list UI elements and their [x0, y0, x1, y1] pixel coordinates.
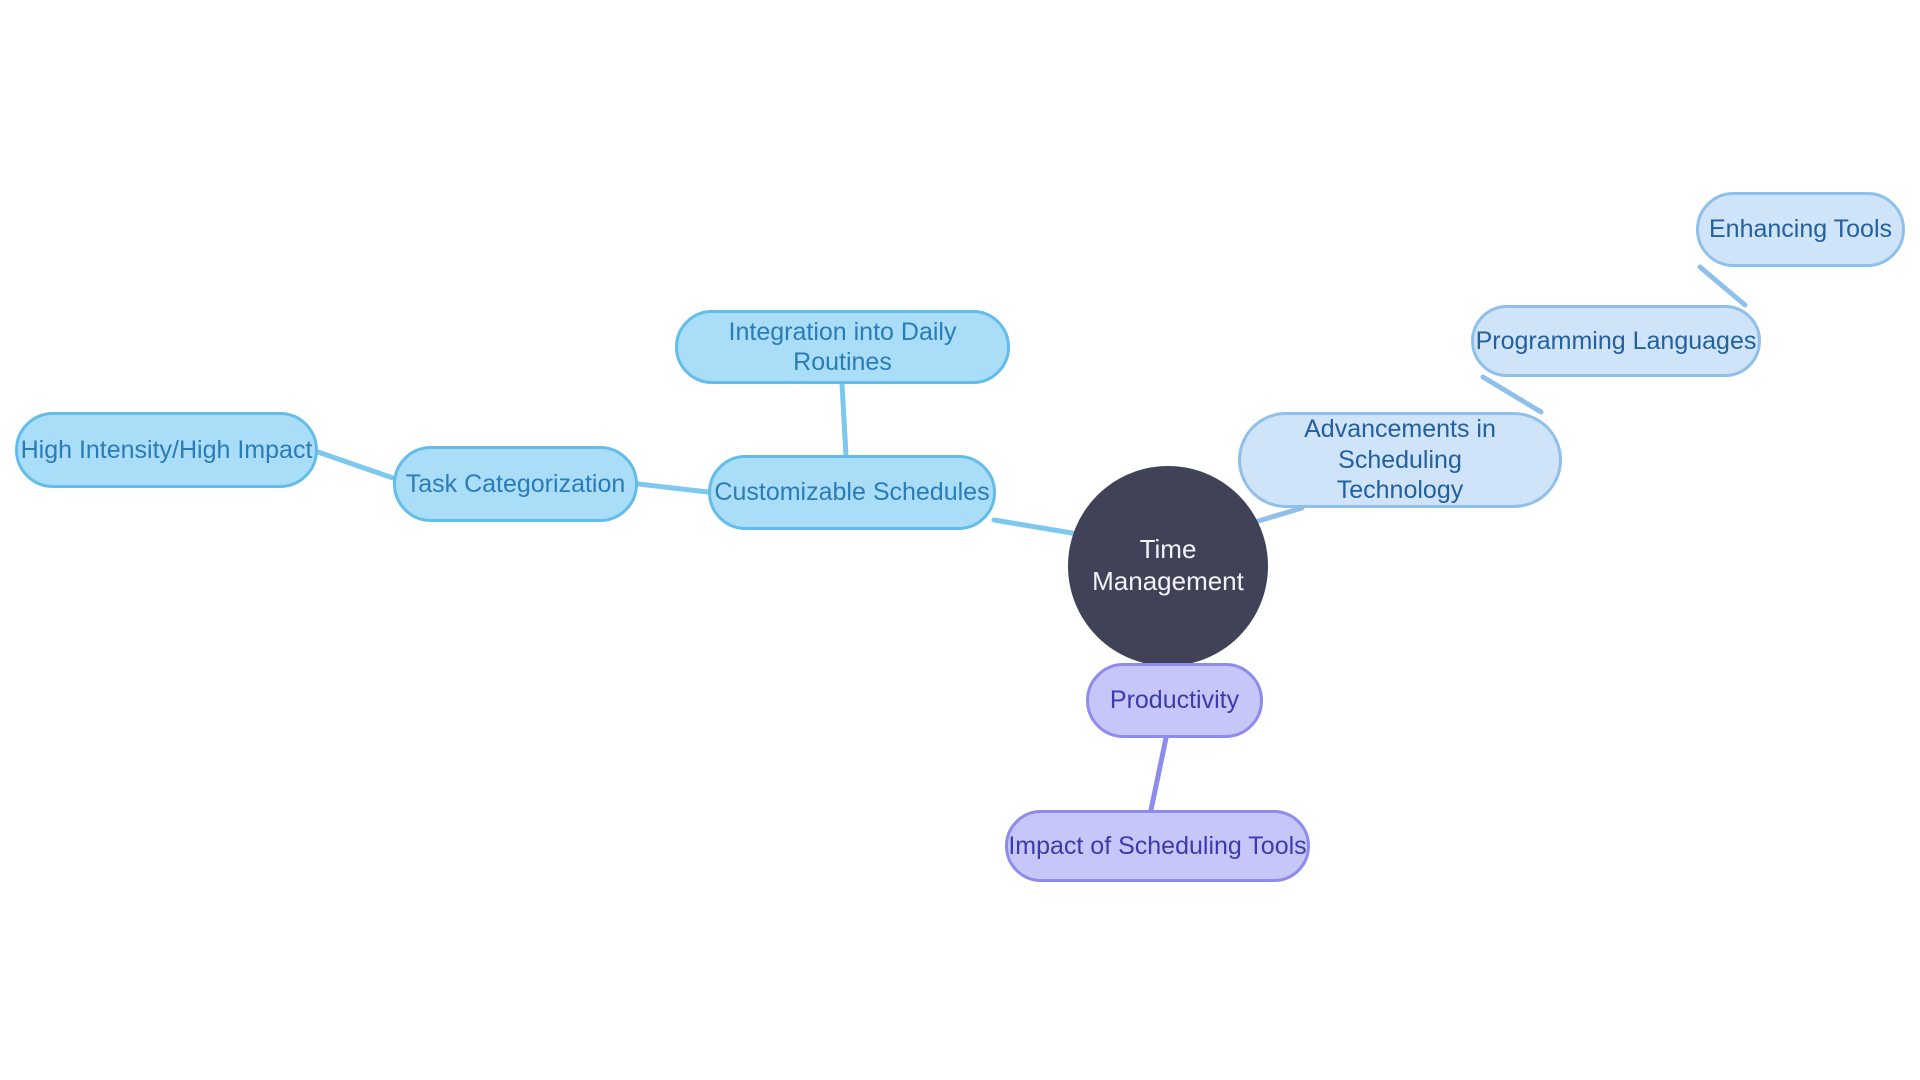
edge-root-to-advancements-scheduling-technology — [1252, 505, 1305, 525]
node-integration-daily-routines[interactable]: Integration into Daily Routines — [675, 310, 1010, 384]
node-label-advancements-scheduling-technology: Advancements in Scheduling Technology — [1304, 415, 1496, 505]
node-programming-languages[interactable]: Programming Languages — [1471, 305, 1761, 377]
node-label-integration-daily-routines: Integration into Daily Routines — [728, 317, 957, 377]
node-root[interactable]: Time Management — [1068, 466, 1268, 666]
node-label-enhancing-tools: Enhancing Tools — [1708, 215, 1892, 244]
edge-root-to-customizable-schedules — [991, 517, 1081, 537]
node-productivity[interactable]: Productivity — [1086, 663, 1263, 738]
edge-advancements-scheduling-technology-to-programming-languages — [1480, 374, 1544, 415]
edge-task-categorization-to-high-intensity-high-impact — [315, 449, 396, 481]
node-advancements-scheduling-technology[interactable]: Advancements in Scheduling Technology — [1238, 412, 1562, 508]
node-high-intensity-high-impact[interactable]: High Intensity/High Impact — [15, 412, 318, 488]
node-label-productivity: Productivity — [1109, 686, 1240, 715]
node-task-categorization[interactable]: Task Categorization — [393, 446, 638, 522]
node-label-task-categorization: Task Categorization — [405, 469, 626, 498]
mind-map-canvas: Time Management Customizable Schedules Int… — [0, 0, 1920, 1080]
edge-programming-languages-to-enhancing-tools — [1697, 264, 1748, 308]
node-customizable-schedules[interactable]: Customizable Schedules — [708, 455, 996, 530]
node-label-customizable-schedules: Customizable Schedules — [714, 478, 990, 507]
node-label-high-intensity-high-impact: High Intensity/High Impact — [20, 435, 313, 464]
edge-customizable-schedules-to-task-categorization — [635, 481, 711, 495]
edge-layer — [315, 264, 1748, 813]
node-impact-scheduling-tools[interactable]: Impact of Scheduling Tools — [1005, 810, 1310, 882]
node-enhancing-tools[interactable]: Enhancing Tools — [1696, 192, 1905, 267]
node-label-root: Time Management — [1092, 534, 1244, 596]
edge-productivity-to-impact-scheduling-tools — [1148, 735, 1169, 813]
node-label-programming-languages: Programming Languages — [1475, 326, 1757, 355]
node-label-impact-scheduling-tools: Impact of Scheduling Tools — [1008, 831, 1307, 860]
edge-customizable-schedules-to-integration-daily-routines — [839, 381, 849, 458]
